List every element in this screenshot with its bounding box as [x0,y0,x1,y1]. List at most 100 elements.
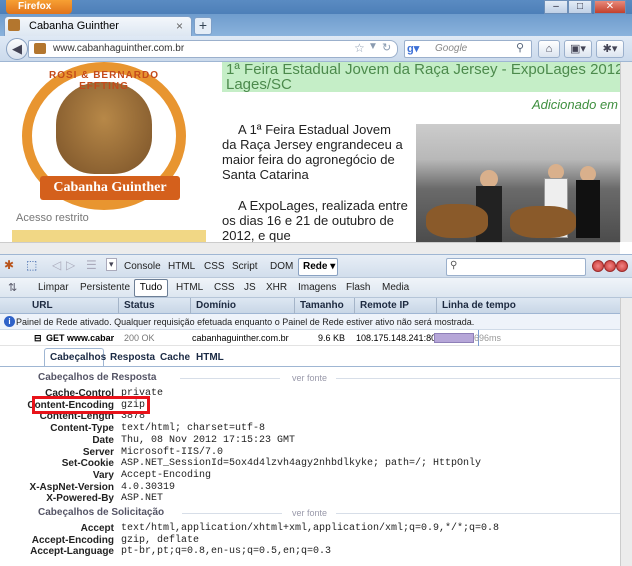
filter-imagens[interactable]: Imagens [298,280,336,296]
person-body [576,180,600,238]
subtab-html[interactable]: HTML [196,352,224,363]
headline-line2: Lages/SC [226,76,292,92]
firefox-menu-button[interactable]: Firefox [6,0,72,14]
persistente-button[interactable]: Persistente [80,280,130,296]
maximize-button[interactable]: □ [568,0,592,14]
tab-close-icon[interactable]: × [176,20,188,32]
tab-dom[interactable]: DOM [270,259,293,275]
new-tab-button[interactable]: + [194,17,212,35]
url-history-dropdown-icon[interactable]: ▼ [368,41,380,52]
page-horizontal-scrollbar[interactable] [0,242,620,254]
net-panel-scrollbar[interactable] [620,298,632,566]
response-headers-title: Cabeçalhos de Resposta [38,372,157,383]
filter-html[interactable]: HTML [176,280,203,296]
header-value: pt-br,pt;q=0.8,en-us;q=0.5,en;q=0.3 [121,546,332,558]
header-value: 4.0.30319 [121,481,176,493]
subtab-cabecalhos[interactable]: Cabeçalhos [50,352,106,363]
timeline-bar[interactable] [434,333,474,343]
minimize-button[interactable]: – [544,0,568,14]
header-key: Set-Cookie [61,458,114,470]
column-divider [436,298,437,314]
highlight-box [32,396,150,414]
response-view-source-link[interactable]: ver fonte [292,373,327,383]
firebug-button[interactable]: ✱▾ [596,40,624,58]
request-status: 200 OK [124,333,155,343]
request-url[interactable]: GET www.cabar [46,330,116,346]
header-key: Accept-Encoding [31,534,114,546]
filter-xhr[interactable]: XHR [266,280,287,296]
firebug-detach-icon[interactable] [604,260,616,272]
filter-css[interactable]: CSS [214,280,235,296]
filter-flash[interactable]: Flash [346,280,370,296]
header-value: text/html; charset=utf-8 [121,423,266,435]
column-dominio[interactable]: Domínio [196,300,236,311]
filter-media[interactable]: Media [382,280,409,296]
firebug-search-input[interactable] [446,258,586,276]
filter-tudo[interactable]: Tudo [134,279,168,297]
limpar-button[interactable]: Limpar [38,280,69,296]
header-key: X-Powered-By [46,493,114,505]
firebug-minimize-icon[interactable] [592,260,604,272]
firebug-bug-icon: ✱▾ [602,43,618,55]
column-tamanho[interactable]: Tamanho [300,300,344,311]
section-line [336,513,620,514]
reload-icon[interactable]: ↻ [382,41,394,54]
article-paragraph-1: A 1ª Feira Estadual Jovem da Raça Jersey… [222,122,403,182]
tab-console[interactable]: Console [124,259,161,275]
subtab-resposta[interactable]: Resposta [110,352,155,363]
headline-line1: 1ª Feira Estadual Jovem da Raça Jersey -… [226,62,622,78]
tab-cabanha-guinther[interactable]: Cabanha Guinther [4,16,192,36]
news-headline[interactable]: 1ª Feira Estadual Jovem da Raça Jersey -… [222,62,622,92]
header-value: Microsoft-IIS/7.0 [121,446,224,458]
section-line [180,378,280,379]
article-paragraph-2: A ExpoLages, realizada entre os dias 16 … [222,198,408,242]
login-bar[interactable] [12,230,206,242]
google-engine-icon[interactable]: g▾ [407,43,419,55]
firebug-close-icon[interactable] [616,260,628,272]
cow-figure [426,204,488,238]
chevron-down-icon: ▾ [330,261,336,272]
header-value: ASP.NET [121,493,164,505]
added-date-label: Adicionado em [532,97,618,112]
header-key: Accept [80,523,114,534]
column-url[interactable]: URL [32,300,53,311]
cow-favicon-icon [8,19,20,31]
subtab-cache[interactable]: Cache [160,352,190,363]
home-button[interactable]: ⌂ [538,40,560,58]
request-remote-ip: 108.175.148.241:80 [356,333,437,343]
column-divider [354,298,355,314]
close-window-button[interactable]: ✕ [594,0,626,14]
panel-menu-icon[interactable]: ▾ [106,258,117,271]
bookmark-star-icon[interactable]: ☆ [354,41,366,55]
home-icon: ⌂ [545,43,553,55]
column-remote-ip[interactable]: Remote IP [360,300,409,311]
column-status[interactable]: Status [124,300,155,311]
forward-nav-icon[interactable]: ▷ [66,258,75,272]
filter-js[interactable]: JS [244,280,256,296]
expand-collapse-icon[interactable]: ⊟ [34,330,42,346]
breadcrumb-list-icon[interactable]: ☰ [86,258,97,272]
inspect-icon[interactable]: ⬚ [26,258,37,272]
tab-css[interactable]: CSS [204,259,225,275]
back-button[interactable]: ◀ [6,38,28,60]
header-value: text/html,application/xhtml+xml,applicat… [121,523,500,534]
header-key: Content-Type [50,423,114,435]
clear-list-icon[interactable]: ⇅ [8,281,17,294]
logo-banner[interactable]: Cabanha Guinther [40,176,180,200]
request-view-source-link[interactable]: ver fonte [292,508,327,518]
tab-html[interactable]: HTML [168,259,195,275]
firebug-icon[interactable]: ✱ [4,258,14,272]
column-timeline[interactable]: Linha de tempo [442,300,516,311]
tab-rede-label: Rede [303,261,328,272]
bookmarks-icon: ▣▾ [570,43,586,55]
search-icon[interactable]: ⚲ [516,41,524,54]
search-input[interactable]: Google [404,40,532,58]
page-vertical-scrollbar[interactable] [620,62,632,242]
tab-script[interactable]: Script [232,259,258,275]
url-bar[interactable]: www.cabanhaguinther.com.br [28,40,398,58]
tab-rede[interactable]: Rede ▾ [298,258,338,276]
bookmarks-button[interactable]: ▣▾ [564,40,592,58]
back-nav-icon[interactable]: ◁ [52,258,61,272]
header-value: Accept-Encoding [121,469,212,481]
search-icon: ⚲ [450,260,458,271]
